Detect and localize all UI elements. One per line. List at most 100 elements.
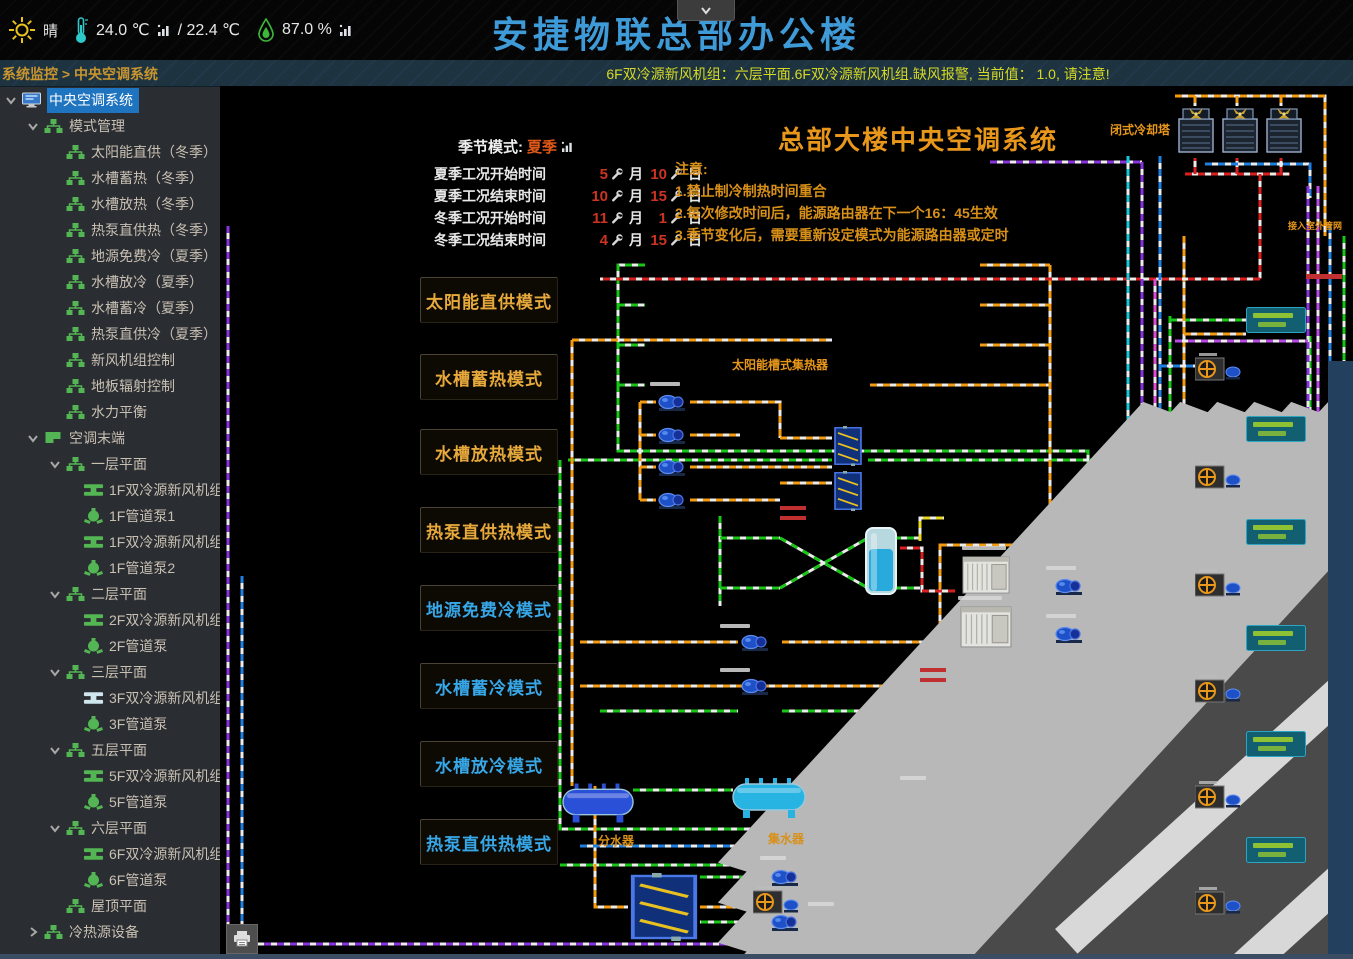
tree-item-label: 3F管道泵 [109, 714, 167, 734]
month-value[interactable]: 4 [586, 232, 608, 249]
chevron-down-icon[interactable] [26, 432, 40, 444]
chevron-down-icon[interactable] [48, 666, 62, 678]
mode-button-1[interactable]: 水槽蓄热模式 [420, 354, 558, 400]
sidebar-item-22[interactable]: 三层平面 [0, 659, 220, 685]
month-value[interactable]: 5 [586, 166, 608, 183]
sidebar-item-12[interactable]: 水力平衡 [0, 399, 220, 425]
wrench-icon[interactable] [610, 212, 623, 225]
chevron-down-icon[interactable] [48, 822, 62, 834]
mode-button-5[interactable]: 水槽蓄冷模式 [420, 663, 558, 709]
sidebar-item-13[interactable]: 空调末端 [0, 425, 220, 451]
sidebar-item-26[interactable]: 5F双冷源新风机组 [0, 763, 220, 789]
tree-item-label: 空调末端 [69, 428, 125, 448]
ahu-icon [83, 534, 104, 550]
tree-item-label: 2F管道泵 [109, 636, 167, 656]
ahu-icon [83, 612, 104, 628]
sidebar-item-1[interactable]: 模式管理 [0, 113, 220, 139]
sidebar-item-11[interactable]: 地板辐射控制 [0, 373, 220, 399]
note-line-1: 2.每次修改时间后，能源路由器在下一个16：45生效 [675, 202, 1009, 224]
sidebar-item-18[interactable]: 1F管道泵2 [0, 555, 220, 581]
sidebar-item-16[interactable]: 1F管道泵1 [0, 503, 220, 529]
sidebar-item-27[interactable]: 5F管道泵 [0, 789, 220, 815]
org-icon [65, 196, 86, 212]
tree-item-label: 水槽蓄热（冬季） [91, 168, 203, 188]
season-row-2: 冬季工况开始时间11月1日 [434, 208, 704, 228]
sidebar-item-10[interactable]: 新风机组控制 [0, 347, 220, 373]
month-unit: 月 [629, 208, 643, 228]
season-mode-label: 季节模式: [458, 136, 523, 157]
sidebar-item-15[interactable]: 1F双冷源新风机组1 [0, 477, 220, 503]
sidebar-item-32[interactable]: 冷热源设备 [0, 919, 220, 945]
plate-heat-exchanger [835, 426, 861, 466]
water-distributor-label: 分水器 [598, 833, 635, 848]
chevron-down-icon[interactable] [48, 744, 62, 756]
mode-button-7[interactable]: 热泵直供热模式 [420, 819, 558, 865]
day-value[interactable]: 15 [645, 232, 667, 249]
sidebar-item-5[interactable]: 热泵直供热（冬季） [0, 217, 220, 243]
chevron-down-icon[interactable] [48, 588, 62, 600]
notes-title: 注意: [675, 158, 1009, 180]
mode-button-0[interactable]: 太阳能直供模式 [420, 277, 558, 323]
wrench-icon[interactable] [610, 190, 623, 203]
org-icon [43, 118, 64, 134]
sidebar-item-25[interactable]: 五层平面 [0, 737, 220, 763]
sidebar-item-31[interactable]: 屋顶平面 [0, 893, 220, 919]
org-icon [65, 222, 86, 238]
tree-item-label: 三层平面 [91, 662, 147, 682]
org-icon [65, 352, 86, 368]
chevron-down-icon[interactable] [4, 94, 18, 106]
pump-icon [83, 794, 104, 810]
sidebar-item-20[interactable]: 2F双冷源新风机组 [0, 607, 220, 633]
sidebar-item-4[interactable]: 水槽放热（冬季） [0, 191, 220, 217]
mode-button-3[interactable]: 热泵直供热模式 [420, 507, 558, 553]
org-icon [65, 326, 86, 342]
season-mode-row: 季节模式: 夏季 [458, 136, 574, 157]
tree-item-label: 太阳能直供（冬季） [91, 142, 217, 162]
day-value[interactable]: 15 [645, 188, 667, 205]
org-icon [65, 274, 86, 290]
sidebar-item-14[interactable]: 一层平面 [0, 451, 220, 477]
month-value[interactable]: 10 [586, 188, 608, 205]
sidebar-item-24[interactable]: 3F管道泵 [0, 711, 220, 737]
chevron-right-icon[interactable] [26, 926, 40, 938]
breadcrumb[interactable]: 系统监控 > 中央空调系统 [2, 64, 158, 84]
wrench-icon[interactable] [610, 168, 623, 181]
sidebar-item-0[interactable]: 中央空调系统 [0, 87, 220, 113]
sidebar-item-8[interactable]: 水槽蓄冷（夏季） [0, 295, 220, 321]
chevron-down-icon[interactable] [48, 458, 62, 470]
sidebar-item-6[interactable]: 地源免费冷（夏季） [0, 243, 220, 269]
tree-item-label: 3F双冷源新风机组 [109, 688, 220, 708]
season-row-label: 夏季工况结束时间 [434, 186, 586, 206]
water-collector-label: 集水器 [767, 831, 805, 846]
sidebar-item-21[interactable]: 2F管道泵 [0, 633, 220, 659]
sidebar-tree: 中央空调系统模式管理太阳能直供（冬季） 水槽蓄热（冬季） 水槽放热（冬季）热泵直供热… [0, 87, 220, 954]
season-row-label: 冬季工况结束时间 [434, 230, 586, 250]
tree-item-label: 模式管理 [69, 116, 125, 136]
season-mode-value: 夏季 [527, 136, 557, 157]
day-value[interactable]: 1 [645, 210, 667, 227]
sidebar-item-28[interactable]: 六层平面 [0, 815, 220, 841]
print-button[interactable] [226, 924, 258, 954]
org-icon [65, 300, 86, 316]
sidebar-item-3[interactable]: 水槽蓄热（冬季） [0, 165, 220, 191]
sidebar-item-17[interactable]: 1F双冷源新风机组2 [0, 529, 220, 555]
day-value[interactable]: 10 [645, 166, 667, 183]
sidebar-item-19[interactable]: 二层平面 [0, 581, 220, 607]
tree-item-label: 水槽蓄冷（夏季） [91, 298, 203, 318]
sidebar-item-7[interactable]: 水槽放冷（夏季） [0, 269, 220, 295]
flag-icon [43, 430, 64, 446]
mode-button-6[interactable]: 水槽放冷模式 [420, 741, 558, 787]
month-value[interactable]: 11 [586, 210, 608, 227]
collapse-header-button[interactable] [677, 0, 735, 21]
sidebar-item-23[interactable]: 3F双冷源新风机组 [0, 685, 220, 711]
sidebar-item-30[interactable]: 6F管道泵 [0, 867, 220, 893]
notes-block: 注意: 1.禁止制冷制热时间重合2.每次修改时间后，能源路由器在下一个16：45… [675, 158, 1009, 246]
mode-button-2[interactable]: 水槽放热模式 [420, 429, 558, 475]
sidebar-item-2[interactable]: 太阳能直供（冬季） [0, 139, 220, 165]
sidebar-item-29[interactable]: 6F双冷源新风机组 [0, 841, 220, 867]
tree-item-label: 6F管道泵 [109, 870, 167, 890]
chevron-down-icon[interactable] [26, 120, 40, 132]
wrench-icon[interactable] [610, 234, 623, 247]
sidebar-item-9[interactable]: 热泵直供冷（夏季） [0, 321, 220, 347]
mode-button-4[interactable]: 地源免费冷模式 [420, 585, 558, 631]
